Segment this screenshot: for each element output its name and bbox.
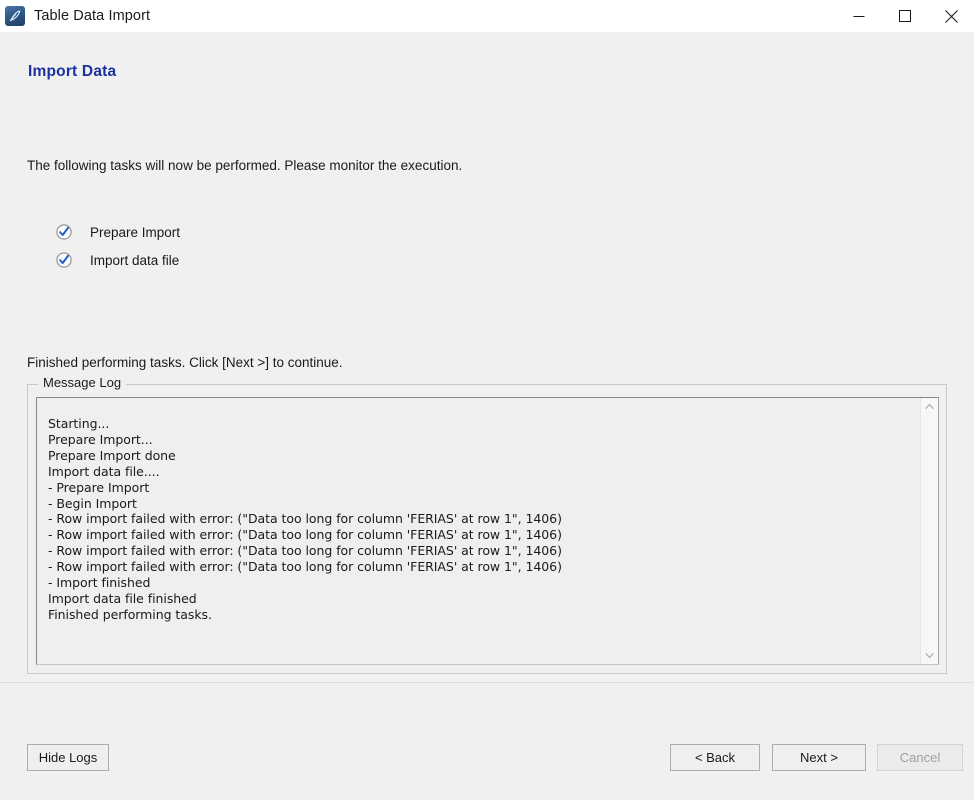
message-log-group: Message Log Starting... Prepare Import..… — [27, 375, 947, 674]
footer-separator — [0, 682, 974, 683]
cancel-button: Cancel — [877, 744, 963, 771]
workbench-dolphin-icon — [5, 6, 25, 26]
chevron-down-icon[interactable] — [921, 647, 938, 664]
message-log-scrollbar[interactable] — [920, 398, 938, 664]
dialog-content: Import Data The following tasks will now… — [0, 32, 974, 800]
check-circle-icon — [56, 224, 72, 240]
hide-logs-button[interactable]: Hide Logs — [27, 744, 109, 771]
message-log-legend: Message Log — [38, 375, 127, 390]
task-label: Prepare Import — [90, 224, 181, 240]
close-icon[interactable] — [928, 0, 974, 32]
scrollbar-track[interactable] — [921, 415, 938, 647]
next-button[interactable]: Next > — [772, 744, 866, 771]
task-row: Prepare Import — [56, 218, 456, 246]
task-list: Prepare Import Import data file — [56, 218, 456, 274]
message-log-box: Starting... Prepare Import... Prepare Im… — [36, 397, 939, 665]
title-bar: Table Data Import — [0, 0, 974, 32]
window-controls — [836, 0, 974, 32]
task-row: Import data file — [56, 246, 456, 274]
chevron-up-icon[interactable] — [921, 398, 938, 415]
status-text: Finished performing tasks. Click [Next >… — [27, 355, 343, 370]
task-label: Import data file — [90, 252, 180, 268]
check-circle-icon — [56, 252, 72, 268]
message-log-text[interactable]: Starting... Prepare Import... Prepare Im… — [37, 398, 920, 664]
minimize-icon[interactable] — [836, 0, 882, 32]
intro-text: The following tasks will now be performe… — [27, 158, 463, 173]
maximize-icon[interactable] — [882, 0, 928, 32]
back-button[interactable]: < Back — [670, 744, 760, 771]
window-title: Table Data Import — [34, 8, 151, 24]
page-title: Import Data — [28, 63, 117, 80]
table-data-import-window: Table Data Import Import Data The follow… — [0, 0, 974, 800]
